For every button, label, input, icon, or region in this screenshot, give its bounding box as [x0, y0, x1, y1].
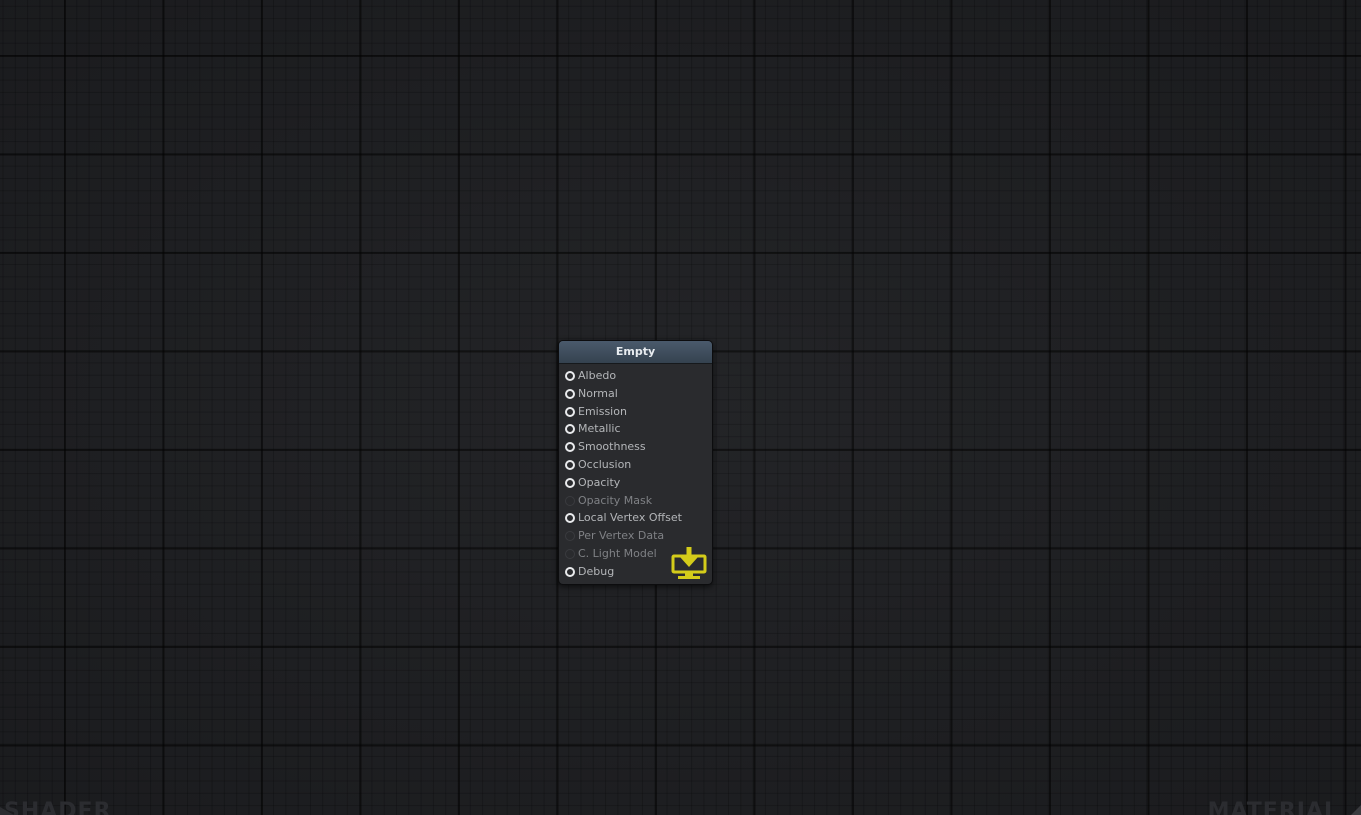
port-label: Per Vertex Data — [578, 529, 665, 543]
download-monitor-icon — [671, 547, 707, 579]
input-socket-icon[interactable] — [565, 406, 575, 417]
port-label: Occlusion — [578, 457, 632, 471]
input-socket-icon[interactable] — [565, 388, 575, 399]
input-socket-icon[interactable] — [565, 513, 575, 524]
port-label: Debug — [578, 564, 615, 578]
port-label: Emission — [578, 404, 627, 418]
port-emission[interactable]: Emission — [559, 403, 712, 421]
input-socket-icon[interactable] — [565, 424, 575, 435]
port-label: Opacity Mask — [578, 493, 653, 507]
port-label: Normal — [578, 386, 618, 400]
port-label: Local Vertex Offset — [578, 511, 682, 525]
port-opacity-mask: Opacity Mask — [559, 492, 712, 510]
port-label: Metallic — [578, 422, 621, 436]
port-smoothness[interactable]: Smoothness — [559, 438, 712, 456]
port-albedo[interactable]: Albedo — [559, 367, 712, 385]
input-socket-disabled-icon — [565, 495, 575, 506]
port-occlusion[interactable]: Occlusion — [559, 456, 712, 474]
input-socket-icon[interactable] — [565, 442, 575, 453]
port-per-vertex-data: Per Vertex Data — [559, 527, 712, 545]
port-label: Opacity — [578, 475, 621, 489]
port-normal[interactable]: Normal — [559, 385, 712, 403]
port-label: Smoothness — [578, 440, 646, 454]
shader-mode-label: SHADER — [4, 799, 112, 815]
port-label: Albedo — [578, 369, 617, 382]
input-socket-icon[interactable] — [565, 566, 575, 577]
corner-arrow-icon — [1351, 805, 1361, 815]
input-socket-disabled-icon — [565, 531, 575, 542]
input-socket-icon[interactable] — [565, 371, 575, 381]
port-opacity[interactable]: Opacity — [559, 474, 712, 492]
input-socket-icon[interactable] — [565, 477, 575, 488]
input-socket-disabled-icon — [565, 548, 575, 559]
material-mode-label: MATERIAL — [1207, 799, 1339, 815]
port-label: C. Light Model — [578, 546, 657, 560]
node-graph-canvas[interactable]: Empty Albedo Normal Emission Metallic Sm… — [0, 0, 1361, 815]
node-title[interactable]: Empty — [559, 341, 712, 364]
port-metallic[interactable]: Metallic — [559, 420, 712, 438]
input-socket-icon[interactable] — [565, 459, 575, 470]
port-local-vertex-offset[interactable]: Local Vertex Offset — [559, 509, 712, 527]
